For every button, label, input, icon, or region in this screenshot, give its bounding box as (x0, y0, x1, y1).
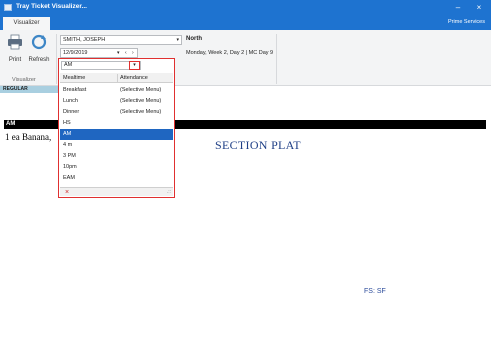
group-separator (56, 34, 57, 84)
date-picker[interactable]: 12/9/2019 ▾ ‹ › (60, 48, 138, 58)
schedule-label: Monday, Week 2, Day 2 | MC Day 9 (186, 50, 274, 56)
dropdown-option[interactable]: Breakfast (Selective Menu) (60, 85, 173, 96)
option-mealtime: AM (63, 131, 72, 137)
dropdown-option-selected[interactable]: AM (60, 129, 173, 140)
option-mealtime: EAM (63, 175, 75, 181)
option-mealtime: 4 m (63, 142, 73, 148)
dropdown-option[interactable]: 10pm (60, 162, 173, 173)
option-mealtime: 3 PM (63, 153, 76, 159)
resize-grip-icon[interactable]: .:: (167, 189, 171, 195)
window-title: Tray Ticket Visualizer... (16, 3, 87, 10)
previous-day-button[interactable]: ‹ (125, 49, 127, 57)
visualizer-group-label: Visualizer (12, 77, 36, 83)
option-attendance: (Selective Menu) (120, 98, 162, 104)
diet-badge: REGULAR (0, 86, 58, 93)
chevron-down-icon[interactable]: ▾ (129, 61, 140, 70)
menu-item-line: 1 ea Banana, (5, 132, 52, 142)
refresh-icon (31, 34, 47, 50)
dropdown-option[interactable]: Dinner (Selective Menu) (60, 107, 173, 118)
option-mealtime: Lunch (63, 98, 78, 104)
refresh-label: Refresh (28, 57, 50, 63)
chevron-down-icon[interactable]: ▾ (176, 36, 179, 44)
column-header-attendance[interactable]: Attendance (120, 73, 148, 83)
date-value: 12/9/2019 (63, 50, 88, 56)
section-title: SECTION PLAT (215, 138, 301, 152)
close-button[interactable]: × (473, 2, 485, 13)
mealtime-value: AM (64, 62, 73, 68)
option-attendance: (Selective Menu) (120, 87, 162, 93)
app-window-icon (4, 4, 12, 11)
column-divider (117, 74, 118, 82)
group-separator (276, 34, 277, 84)
dropdown-option[interactable]: EAM (60, 173, 173, 184)
footer-code: FS: SF (364, 288, 386, 295)
dropdown-option[interactable]: 4 m (60, 140, 173, 151)
option-attendance: (Selective Menu) (120, 109, 162, 115)
patient-name-value: SMITH, JOSEPH (63, 37, 106, 43)
dropdown-option[interactable]: HS (60, 118, 173, 129)
clear-selection-button[interactable]: × (65, 188, 69, 197)
dropdown-option[interactable]: Lunch (Selective Menu) (60, 96, 173, 107)
column-header-mealtime[interactable]: Mealtime (63, 73, 85, 83)
option-mealtime: HS (63, 120, 71, 126)
refresh-button[interactable]: Refresh (28, 34, 50, 70)
chevron-down-icon[interactable]: ▾ (117, 49, 120, 57)
patient-name-combo[interactable]: SMITH, JOSEPH ▾ (60, 35, 182, 45)
location-label: North (186, 36, 202, 42)
option-mealtime: 10pm (63, 164, 77, 170)
window-titlebar: Tray Ticket Visualizer... – × (0, 0, 491, 15)
dropdown-column-header: Mealtime Attendance (60, 73, 173, 83)
ribbon-tab-bar: Visualizer Prime Services (0, 15, 491, 30)
prime-services-link[interactable]: Prime Services (448, 19, 485, 25)
print-label: Print (8, 57, 22, 63)
dropdown-option[interactable]: 3 PM (60, 151, 173, 162)
printer-icon (8, 34, 22, 50)
minimize-button[interactable]: – (452, 2, 464, 13)
next-day-button[interactable]: › (132, 49, 134, 57)
dropdown-footer: × .:: (60, 187, 173, 196)
print-button[interactable]: Print (4, 34, 26, 70)
tab-visualizer[interactable]: Visualizer (3, 17, 50, 30)
option-mealtime: Dinner (63, 109, 80, 115)
option-mealtime: Breakfast (63, 87, 87, 93)
mealtime-dropdown[interactable]: AM ▾ Mealtime Attendance Breakfast (Sele… (58, 58, 175, 198)
